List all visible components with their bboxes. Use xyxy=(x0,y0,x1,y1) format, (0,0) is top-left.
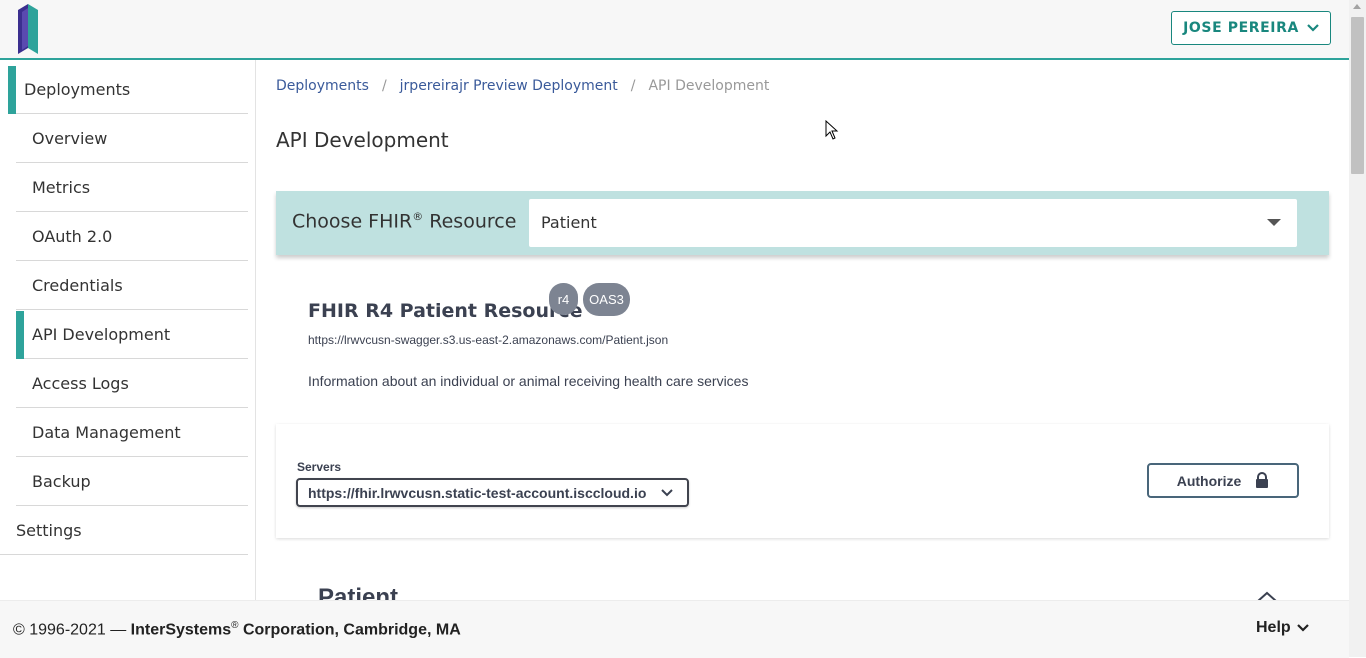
sidebar-item-metrics[interactable]: Metrics xyxy=(16,164,248,212)
resource-chooser-label: Choose FHIR® Resource xyxy=(292,210,517,233)
sidebar-item-label: Access Logs xyxy=(32,374,129,393)
help-menu-button[interactable]: Help xyxy=(1256,619,1309,637)
top-bar: JOSE PEREIRA xyxy=(0,0,1349,60)
authorize-button[interactable]: Authorize xyxy=(1147,463,1299,498)
resource-select[interactable]: Patient xyxy=(529,199,1297,247)
sidebar-item-label: OAuth 2.0 xyxy=(32,227,113,246)
chevron-down-icon xyxy=(1307,24,1319,32)
sidebar-item-access-logs[interactable]: Access Logs xyxy=(16,360,248,408)
resource-chooser-bar: Choose FHIR® Resource Patient xyxy=(276,191,1329,255)
sidebar-item-label: Data Management xyxy=(32,423,181,442)
copyright-text: © 1996-2021 — InterSystems® Corporation,… xyxy=(13,620,461,639)
servers-panel: Servers https://fhir.lrwvcusn.static-tes… xyxy=(276,424,1329,538)
page-title: API Development xyxy=(276,128,449,152)
sidebar-item-data-management[interactable]: Data Management xyxy=(16,409,248,457)
sidebar-item-oauth[interactable]: OAuth 2.0 xyxy=(16,213,248,261)
sidebar-item-label: Overview xyxy=(32,129,108,148)
sidebar-item-label: Backup xyxy=(32,472,91,491)
user-name: JOSE PEREIRA xyxy=(1183,20,1299,36)
resource-description: Information about an individual or anima… xyxy=(308,373,749,389)
sidebar-item-settings[interactable]: Settings xyxy=(0,507,248,555)
breadcrumb-deployments[interactable]: Deployments xyxy=(276,78,369,94)
sidebar-item-deployments[interactable]: Deployments xyxy=(8,66,248,114)
sidebar-item-credentials[interactable]: Credentials xyxy=(16,262,248,310)
sidebar-item-overview[interactable]: Overview xyxy=(16,115,248,163)
sidebar-item-label: Credentials xyxy=(32,276,123,295)
help-label: Help xyxy=(1256,619,1291,636)
resource-url[interactable]: https://lrwvcusn-swagger.s3.us-east-2.am… xyxy=(308,333,668,347)
main-content: Deployments / jrpereirajr Preview Deploy… xyxy=(256,60,1349,600)
breadcrumb-separator: / xyxy=(381,78,387,94)
sidebar: Deployments Overview Metrics OAuth 2.0 C… xyxy=(0,60,256,600)
mouse-cursor-icon xyxy=(825,120,839,140)
user-menu-button[interactable]: JOSE PEREIRA xyxy=(1171,11,1331,45)
tag-title[interactable]: Patient xyxy=(318,584,398,600)
resource-title: FHIR R4 Patient Resource xyxy=(308,300,583,322)
lock-icon xyxy=(1256,472,1269,488)
spec-badge: OAS3 xyxy=(583,283,630,316)
scroll-up-arrow-icon[interactable] xyxy=(1353,4,1361,9)
breadcrumb-current: API Development xyxy=(648,78,770,94)
breadcrumb-deployment[interactable]: jrpereirajr Preview Deployment xyxy=(400,78,618,94)
breadcrumb: Deployments / jrpereirajr Preview Deploy… xyxy=(276,78,769,94)
intersystems-logo-icon[interactable] xyxy=(16,2,42,56)
sidebar-item-label: Metrics xyxy=(32,178,91,197)
breadcrumb-separator: / xyxy=(630,78,636,94)
chevron-up-icon[interactable] xyxy=(1256,590,1278,600)
sidebar-item-backup[interactable]: Backup xyxy=(16,458,248,506)
resource-select-value: Patient xyxy=(541,213,597,232)
servers-label: Servers xyxy=(297,460,342,474)
chevron-down-icon xyxy=(661,489,673,497)
servers-select-value: https://fhir.lrwvcusn.static-test-accoun… xyxy=(308,484,647,501)
version-badge: r4 xyxy=(549,283,578,315)
sidebar-item-label: Settings xyxy=(16,521,82,540)
scroll-thumb[interactable] xyxy=(1351,17,1364,174)
caret-down-icon xyxy=(1267,219,1281,226)
page-scrollbar[interactable] xyxy=(1349,0,1366,657)
servers-select[interactable]: https://fhir.lrwvcusn.static-test-accoun… xyxy=(296,478,689,507)
authorize-label: Authorize xyxy=(1176,472,1242,489)
sidebar-item-label: API Development xyxy=(32,325,171,344)
sidebar-item-api-development[interactable]: API Development xyxy=(16,311,248,359)
chevron-down-icon xyxy=(1296,624,1309,632)
footer: © 1996-2021 — InterSystems® Corporation,… xyxy=(0,600,1349,658)
sidebar-item-label: Deployments xyxy=(24,80,131,99)
